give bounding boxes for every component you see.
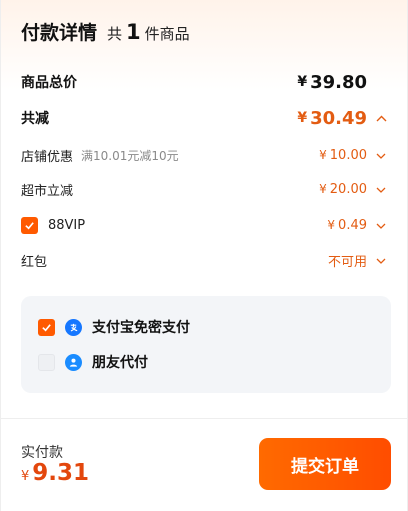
vip-row[interactable]: 88VIP ¥ 0.49	[21, 213, 387, 237]
discount-total-value: ¥ 30.49	[297, 108, 387, 129]
friend-pay-label: 朋友代付	[92, 355, 148, 371]
chevron-down-icon[interactable]	[375, 183, 387, 196]
discount-total-label: 共减	[21, 111, 49, 127]
shop-coupon-note: 满10.01元减10元	[81, 148, 179, 163]
item-count: 1	[126, 20, 141, 44]
chevron-down-icon[interactable]	[375, 219, 387, 232]
friend-pay-checkbox[interactable]	[38, 353, 55, 371]
payment-option-friend[interactable]: 朋友代付	[38, 352, 148, 372]
alipay-label: 支付宝免密支付	[92, 320, 190, 336]
item-count-prefix: 共	[107, 25, 123, 43]
red-packet-row[interactable]: 红包 不可用	[21, 249, 387, 271]
item-count-suffix: 件商品	[144, 25, 190, 43]
red-packet-status: 不可用	[327, 254, 367, 270]
total-price-row: 商品总价 ¥ 39.80	[21, 70, 387, 94]
red-packet-label: 红包	[21, 254, 48, 270]
vip-label: 88VIP	[48, 217, 86, 233]
market-discount-row[interactable]: 超市立减 ¥ 20.00	[21, 178, 387, 200]
alipay-checkbox[interactable]	[38, 318, 55, 336]
discount-total-row[interactable]: 共减 ¥ 30.49	[21, 106, 387, 130]
shop-coupon-value: ¥ 10.00	[319, 148, 387, 163]
actual-payment-amount: ¥ 9.31	[21, 460, 90, 486]
chevron-up-icon[interactable]	[375, 112, 387, 125]
total-price-label: 商品总价	[21, 75, 77, 91]
shop-coupon-label: 店铺优惠	[21, 149, 74, 165]
payment-details-panel: 付款详情 共 1 件商品 商品总价 ¥ 39.80 共减 ¥ 30.49 店铺优…	[0, 0, 408, 511]
friend-pay-icon	[65, 353, 82, 371]
page-title: 付款详情	[21, 22, 98, 44]
market-discount-label: 超市立减	[21, 183, 74, 199]
vip-checkbox[interactable]	[21, 216, 38, 234]
payment-option-alipay[interactable]: 支付宝免密支付	[38, 317, 190, 337]
market-discount-value: ¥ 20.00	[319, 182, 387, 197]
shop-coupon-row[interactable]: 店铺优惠 满10.01元减10元 ¥ 10.00	[21, 144, 387, 166]
panel-header: 付款详情 共 1 件商品	[21, 18, 190, 50]
red-packet-value: 不可用	[328, 251, 387, 270]
chevron-down-icon[interactable]	[375, 254, 387, 267]
footer-divider	[1, 418, 407, 419]
vip-value: ¥ 0.49	[327, 218, 387, 233]
payment-method-box: 支付宝免密支付 朋友代付	[21, 296, 391, 393]
total-price-value: ¥ 39.80	[297, 71, 367, 93]
submit-order-button[interactable]: 提交订单	[259, 438, 391, 490]
actual-payment-label: 实付款	[21, 445, 63, 461]
chevron-down-icon[interactable]	[375, 149, 387, 162]
alipay-icon	[65, 318, 82, 336]
